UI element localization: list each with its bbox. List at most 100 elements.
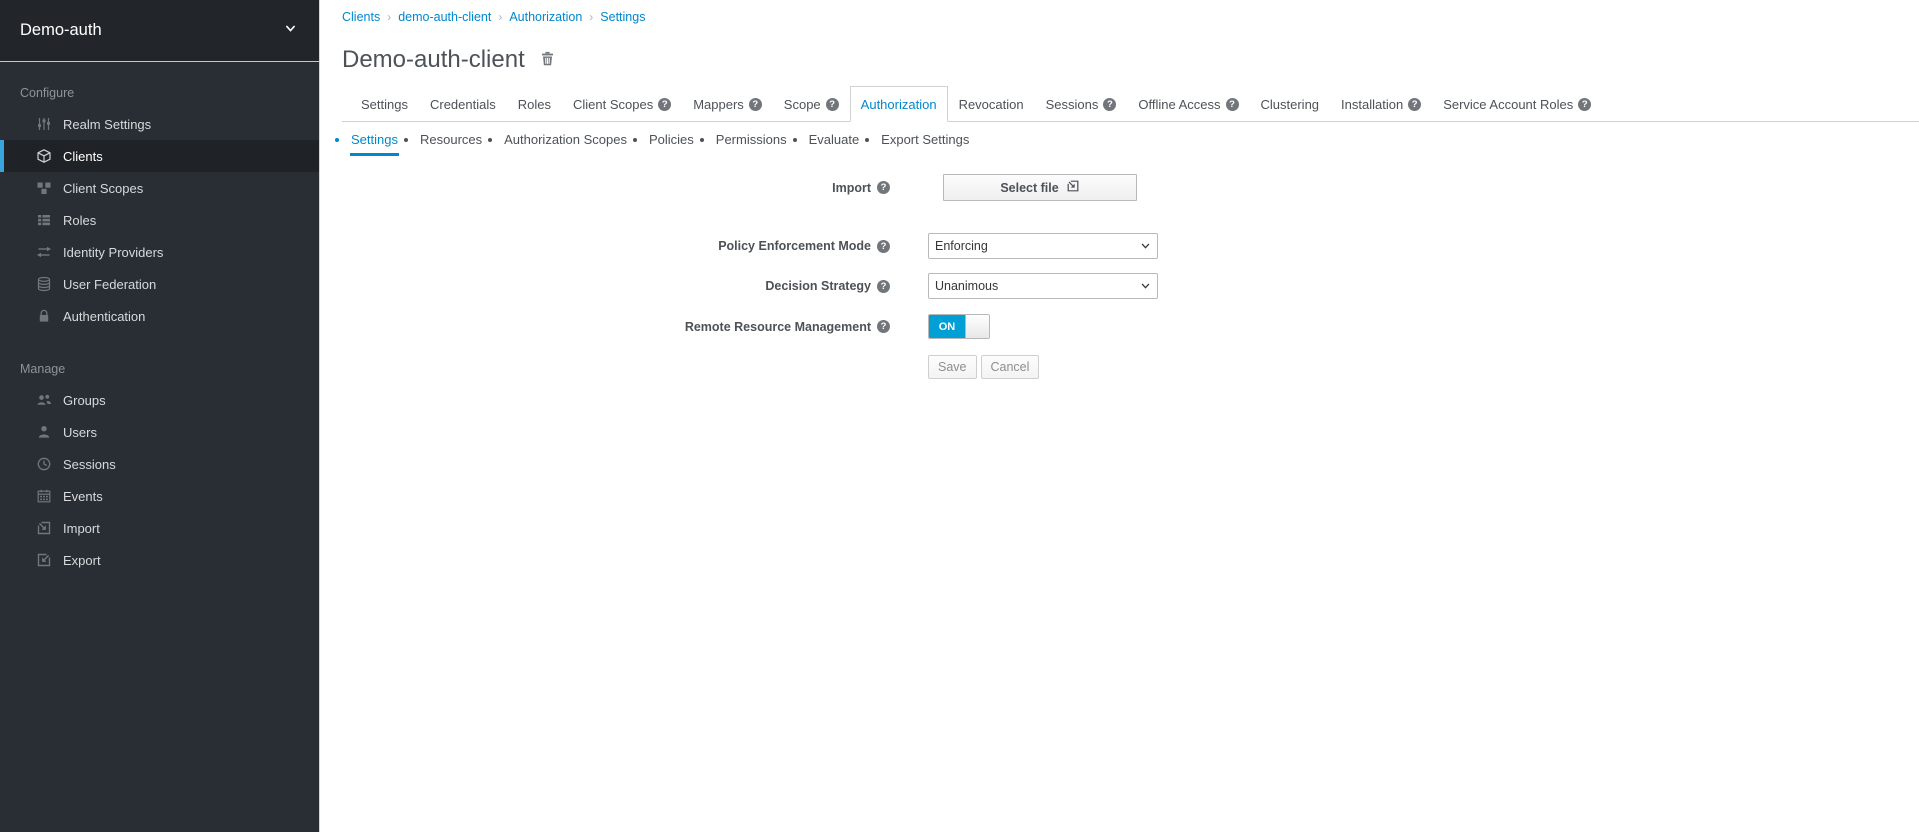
sidebar-nav: Configure Realm Settings Clients Client Sco…	[0, 62, 319, 576]
breadcrumb: Clients›demo-auth-client›Authorization›S…	[342, 10, 1919, 24]
tab-label: Clustering	[1261, 97, 1320, 112]
policy-enforcement-mode-select[interactable]: Enforcing	[928, 233, 1158, 259]
tab-label: Offline Access	[1138, 97, 1220, 112]
tab-offline-access[interactable]: Offline Access?	[1127, 86, 1249, 122]
tab-client-scopes[interactable]: Client Scopes?	[562, 86, 682, 122]
sidebar-item-clients[interactable]: Clients	[0, 140, 319, 172]
toggle-handle[interactable]	[965, 315, 989, 338]
help-icon[interactable]: ?	[658, 98, 671, 111]
realm-selector[interactable]: Demo-auth	[0, 0, 319, 62]
tab-revocation[interactable]: Revocation	[948, 86, 1035, 122]
tab-installation[interactable]: Installation?	[1330, 86, 1432, 122]
calendar-icon	[36, 488, 53, 504]
subtab-export-settings[interactable]: Export Settings	[880, 123, 970, 156]
subtab-settings[interactable]: Settings	[350, 123, 399, 156]
sidebar-item-label: Client Scopes	[63, 181, 143, 196]
help-icon[interactable]: ?	[826, 98, 839, 111]
realm-name: Demo-auth	[20, 21, 102, 40]
sidebar-item-label: User Federation	[63, 277, 156, 292]
help-icon[interactable]: ?	[877, 240, 890, 253]
subtab-authorization-scopes[interactable]: Authorization Scopes	[503, 123, 628, 156]
subtab-permissions[interactable]: Permissions	[715, 123, 788, 156]
users-icon	[36, 392, 53, 408]
exchange-icon	[36, 244, 53, 260]
decision-strategy-label: Decision Strategy ?	[342, 279, 890, 293]
database-icon	[36, 276, 53, 292]
tab-scope[interactable]: Scope?	[773, 86, 850, 122]
decision-strategy-select[interactable]: Unanimous	[928, 273, 1158, 299]
sidebar-item-realm-settings[interactable]: Realm Settings	[0, 108, 319, 140]
remote-resource-management-toggle[interactable]: ON	[928, 314, 990, 339]
tab-credentials[interactable]: Credentials	[419, 86, 507, 122]
sidebar-item-identity-providers[interactable]: Identity Providers	[0, 236, 319, 268]
help-icon[interactable]: ?	[1226, 98, 1239, 111]
tab-label: Mappers	[693, 97, 744, 112]
subtab-policies[interactable]: Policies	[648, 123, 695, 156]
nav-section-manage: ManageGroupsUsersSessionsEventsImportExp…	[0, 354, 319, 576]
sliders-icon	[36, 116, 53, 132]
subtab-evaluate[interactable]: Evaluate	[808, 123, 861, 156]
sidebar-item-events[interactable]: Events	[0, 480, 319, 512]
sidebar-item-label: Realm Settings	[63, 117, 151, 132]
list-icon	[36, 212, 53, 228]
sidebar-item-label: Roles	[63, 213, 96, 228]
cube-icon	[36, 148, 53, 164]
tab-label: Authorization	[861, 97, 937, 112]
sidebar-item-label: Events	[63, 489, 103, 504]
tab-settings[interactable]: Settings	[350, 86, 419, 122]
tab-service-account-roles[interactable]: Service Account Roles?	[1432, 86, 1602, 122]
sidebar-item-import[interactable]: Import	[0, 512, 319, 544]
authorization-settings-form: Import ? Select file Policy Enforcement …	[342, 174, 1919, 379]
tab-authorization[interactable]: Authorization	[850, 86, 948, 122]
breadcrumb-link-demo-auth-client[interactable]: demo-auth-client	[398, 10, 491, 24]
cancel-button[interactable]: Cancel	[981, 355, 1040, 379]
sidebar-item-sessions[interactable]: Sessions	[0, 448, 319, 480]
tab-mappers[interactable]: Mappers?	[682, 86, 773, 122]
sidebar-item-authentication[interactable]: Authentication	[0, 300, 319, 332]
user-icon	[36, 424, 53, 440]
page-title: Demo-auth-client	[342, 46, 525, 74]
breadcrumb-link-settings[interactable]: Settings	[600, 10, 645, 24]
help-icon[interactable]: ?	[877, 181, 890, 194]
toggle-on-label: ON	[929, 315, 965, 338]
subtab-resources[interactable]: Resources	[419, 123, 483, 156]
tab-label: Client Scopes	[573, 97, 653, 112]
tab-label: Settings	[361, 97, 408, 112]
help-icon[interactable]: ?	[877, 280, 890, 293]
nav-section-configure: Configure Realm Settings Clients Client Sco…	[0, 78, 319, 332]
help-icon[interactable]: ?	[1103, 98, 1116, 111]
lock-icon	[36, 308, 53, 324]
sidebar-item-roles[interactable]: Roles	[0, 204, 319, 236]
remote-resource-management-label: Remote Resource Management ?	[342, 320, 890, 334]
save-button[interactable]: Save	[928, 355, 977, 379]
trash-icon	[539, 55, 556, 70]
tab-label: Sessions	[1046, 97, 1099, 112]
help-icon[interactable]: ?	[1408, 98, 1421, 111]
sidebar: Demo-auth Configure Realm Settings Clients…	[0, 0, 320, 832]
sidebar-item-export[interactable]: Export	[0, 544, 319, 576]
sidebar-item-label: Identity Providers	[63, 245, 163, 260]
sidebar-item-label: Clients	[63, 149, 103, 164]
delete-client-button[interactable]	[539, 50, 556, 70]
breadcrumb-link-authorization[interactable]: Authorization	[509, 10, 582, 24]
select-file-button[interactable]: Select file	[943, 174, 1137, 201]
help-icon[interactable]: ?	[877, 320, 890, 333]
tab-label: Credentials	[430, 97, 496, 112]
tab-label: Revocation	[959, 97, 1024, 112]
sidebar-item-users[interactable]: Users	[0, 416, 319, 448]
sidebar-item-label: Sessions	[63, 457, 116, 472]
tab-sessions[interactable]: Sessions?	[1035, 86, 1128, 122]
chevron-down-icon	[284, 22, 297, 40]
nav-section-label: Configure	[0, 78, 319, 108]
breadcrumb-link-clients[interactable]: Clients	[342, 10, 380, 24]
help-icon[interactable]: ?	[749, 98, 762, 111]
sidebar-item-user-federation[interactable]: User Federation	[0, 268, 319, 300]
tab-clustering[interactable]: Clustering	[1250, 86, 1331, 122]
help-icon[interactable]: ?	[1578, 98, 1591, 111]
tab-label: Scope	[784, 97, 821, 112]
sidebar-item-groups[interactable]: Groups	[0, 384, 319, 416]
breadcrumb-separator: ›	[387, 10, 391, 24]
import-icon	[1066, 179, 1080, 196]
tab-roles[interactable]: Roles	[507, 86, 562, 122]
sidebar-item-client-scopes[interactable]: Client Scopes	[0, 172, 319, 204]
